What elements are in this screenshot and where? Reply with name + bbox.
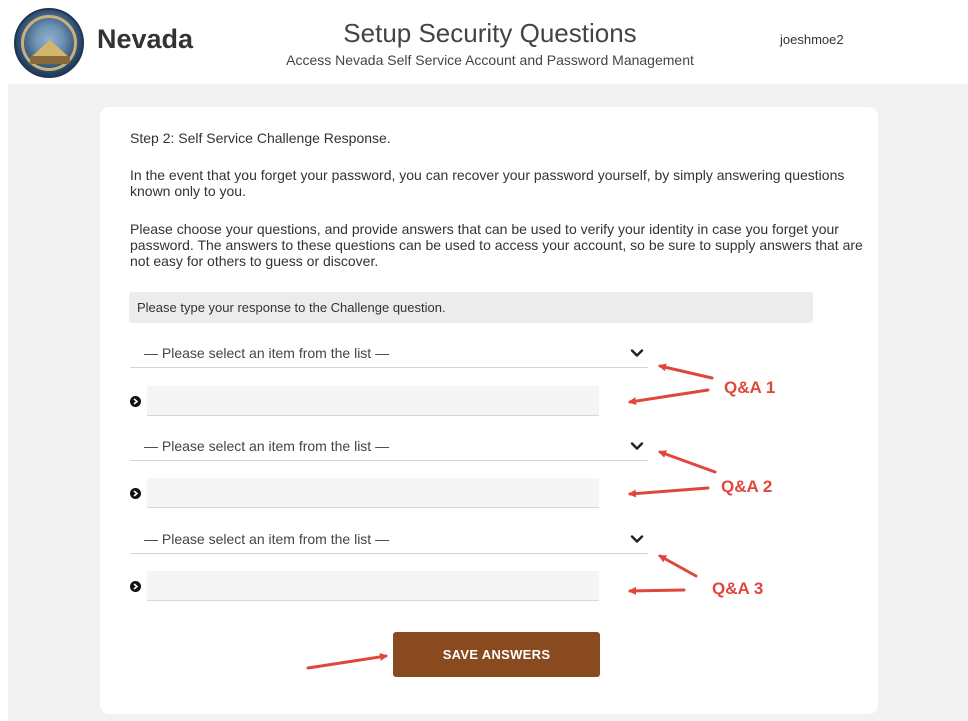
save-answers-button[interactable]: SAVE ANSWERS [393, 632, 600, 677]
page-subtitle: Access Nevada Self Service Account and P… [286, 52, 694, 68]
question-3-select-value: — Please select an item from the list — [144, 531, 390, 547]
question-1-select[interactable]: — Please select an item from the list — [130, 340, 648, 368]
answer-2-input[interactable] [147, 478, 599, 508]
brand-name: Nevada [97, 24, 194, 54]
step-heading: Step 2: Self Service Challenge Response. [130, 130, 391, 146]
chevron-down-icon [630, 442, 644, 450]
chevron-down-icon [630, 349, 644, 357]
question-2-select[interactable]: — Please select an item from the list — [130, 433, 648, 461]
nevada-seal-logo [14, 8, 84, 78]
qa-1-label: Q&A 1 [724, 378, 776, 397]
chevron-right-circle-icon [130, 581, 141, 592]
answer-3-input[interactable] [147, 571, 599, 601]
question-2-select-value: — Please select an item from the list — [144, 438, 390, 454]
chevron-right-circle-icon [130, 396, 141, 407]
answer-1-input[interactable] [147, 386, 599, 416]
instructions-paragraph: Please choose your questions, and provid… [130, 221, 863, 269]
challenge-instruction: Please type your response to the Challen… [129, 292, 813, 323]
page-title: Setup Security Questions [343, 18, 637, 48]
intro-paragraph: In the event that you forget your passwo… [130, 167, 845, 199]
chevron-right-circle-icon [130, 488, 141, 499]
question-3-select[interactable]: — Please select an item from the list — [130, 526, 648, 554]
question-1-select-value: — Please select an item from the list — [144, 345, 390, 361]
page-header: Nevada Setup Security Questions Access N… [0, 0, 968, 82]
title-block: Setup Security Questions Access Nevada S… [240, 18, 740, 68]
chevron-down-icon [630, 535, 644, 543]
qa-2-label: Q&A 2 [721, 477, 773, 496]
username[interactable]: joeshmoe2 [780, 32, 844, 47]
qa-3-label: Q&A 3 [712, 579, 764, 598]
